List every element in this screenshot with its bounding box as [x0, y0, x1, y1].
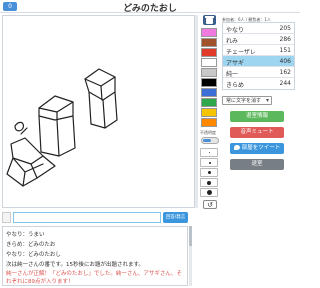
player-score: 244	[279, 80, 291, 87]
chat-message: やなり：うまい	[6, 232, 45, 238]
score-row: きらめ 244	[223, 78, 294, 89]
player-score: 406	[279, 58, 291, 65]
color-swatch-brown[interactable]	[201, 38, 217, 47]
drawing-canvas[interactable]	[2, 15, 195, 208]
page-title: どみのたおし	[123, 4, 177, 14]
send-button[interactable]: 回答/発言	[163, 212, 188, 223]
player-score: 286	[279, 36, 291, 43]
chat-input[interactable]	[13, 212, 161, 223]
chat-scrollbar[interactable]	[189, 226, 192, 286]
pen-size-2[interactable]	[200, 158, 218, 167]
tweet-button[interactable]: 部屋をツイート	[230, 143, 284, 154]
twitter-icon	[233, 145, 240, 150]
opacity-toggle[interactable]	[201, 137, 219, 144]
player-score: 205	[279, 25, 291, 32]
pen-size-1[interactable]	[200, 148, 218, 157]
score-row: やなり 205	[223, 23, 294, 34]
pen-size-4[interactable]	[200, 178, 218, 187]
chat-message: 次は純一さんの番です。15秒後にお題が出題されます。	[6, 262, 144, 268]
score-table: やなり 205 れみ 286 チェーザレ 151 アサギ 406 純一 162 きらめ 244	[222, 22, 295, 90]
opacity-label: 不透明度	[200, 130, 216, 135]
color-swatch-pink[interactable]	[201, 28, 217, 37]
color-swatch-orange[interactable]	[201, 118, 217, 127]
chat-mode-toggle[interactable]	[2, 212, 11, 223]
player-name: チェーザレ	[226, 49, 256, 56]
mute-button[interactable]: 音声ミュート	[230, 127, 284, 138]
pen-size-3[interactable]	[200, 168, 218, 177]
color-swatch-white[interactable]	[201, 58, 217, 67]
color-swatch-yellow[interactable]	[201, 108, 217, 117]
player-score: 151	[279, 47, 291, 54]
drawing-game-app: 0 どみのたおし 不透明度 ↺ 参加者：6人 / 観覧者：1人 やなり 205 …	[0, 0, 300, 288]
player-score: 162	[279, 69, 291, 76]
chat-message: 純一さんが正解！「どみのたおし」でした。純一さん、アサギさん、それぞれに89点が…	[6, 271, 182, 285]
trash-icon[interactable]	[203, 15, 216, 25]
color-swatch-blue[interactable]	[201, 88, 217, 97]
score-row: チェーザレ 151	[223, 45, 294, 56]
player-name: れみ	[226, 38, 239, 45]
chat-message: きらめ：どみのたお	[6, 242, 56, 248]
tweet-button-label: 部屋をツイート	[241, 145, 281, 151]
room-info-button[interactable]: 退室情報	[230, 111, 284, 122]
leave-button[interactable]: 退室	[230, 159, 284, 170]
undo-icon[interactable]: ↺	[203, 200, 217, 209]
score-row: れみ 286	[223, 34, 294, 45]
canvas-scrollbar[interactable]	[195, 15, 198, 208]
clear-mode-select[interactable]: 常に文字を消す	[222, 96, 272, 105]
player-name: やなり	[226, 27, 245, 34]
player-name: 純一	[226, 71, 239, 78]
color-swatch-green[interactable]	[201, 98, 217, 107]
score-row: 純一 162	[223, 67, 294, 78]
pen-size-5[interactable]	[200, 188, 218, 197]
score-row: アサギ 406	[223, 56, 294, 67]
chat-message: やなり：どみのたおし	[6, 252, 61, 258]
drawing-strokes	[6, 68, 118, 187]
color-swatch-gray[interactable]	[201, 68, 217, 77]
header-bar: 0 どみのたおし	[0, 0, 300, 14]
player-name: アサギ	[226, 60, 245, 67]
chat-log: やなり：うまいきらめ：どみのたお やなり：どみのたおし次は純一さんの番です。15秒…	[2, 226, 188, 286]
player-name: きらめ	[226, 82, 245, 89]
color-swatch-black[interactable]	[201, 78, 217, 87]
color-swatch-red[interactable]	[201, 48, 217, 57]
